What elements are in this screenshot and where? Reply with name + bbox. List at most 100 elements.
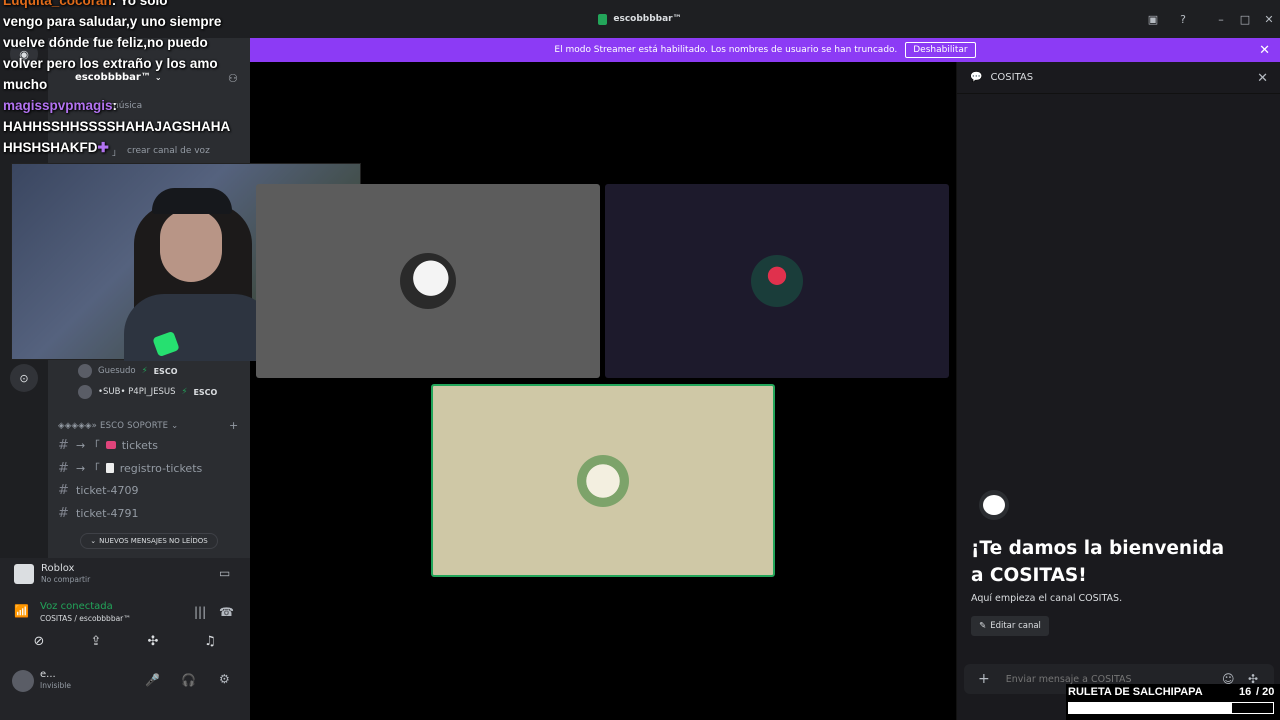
voice-location[interactable]: COSITAS / escobbbbar™ [40,614,131,623]
member-name: Guesudo [98,366,136,376]
pencil-icon: ✎ [979,621,987,631]
channel-registro-tickets[interactable]: # → 「 registro-tickets [58,457,202,479]
screen-share-icon[interactable]: ▭ [219,566,230,580]
welcome-title: ¡Te damos la bienvenida a COSITAS! [971,538,1225,586]
share-screen-button[interactable]: ⇪ [70,629,122,653]
chevron-down-icon: ⌄ [90,537,97,545]
edit-channel-label: Editar canal [990,621,1041,631]
new-messages-pill[interactable]: ⌄ NUEVOS MENSAJES NO LEÍDOS [80,533,218,549]
roblox-icon [14,564,34,584]
server-icon [598,13,608,25]
webcam-person-body [124,294,274,361]
microphone-icon[interactable]: 🎤 [145,673,160,687]
chat-username: Luquita_cocoran [3,0,112,8]
settings-gear-icon[interactable]: ⚙ [219,672,230,686]
roulette-widget: RULETA DE SALCHIPAPA 16 / 20 [1066,684,1280,720]
webcam-person-face [160,210,222,282]
roulette-progress-track [1068,702,1274,714]
user-status: Invisible [40,681,71,690]
chat-text: : [112,98,118,113]
chat-channel-name: COSITAS [990,72,1034,83]
roulette-progress-fill [1069,703,1233,713]
channel-prefix: → 「 [76,462,100,475]
chat-line: mucho [3,77,48,92]
channel-label: ticket-4709 [76,483,139,497]
new-messages-label: NUEVOS MENSAJES NO LEÍDOS [99,537,208,545]
roulette-label: RULETA DE SALCHIPAPA [1068,686,1203,698]
edit-channel-button[interactable]: ✎ Editar canal [971,616,1049,636]
webcam-person-cap [152,188,232,214]
inbox-icon[interactable]: ▣ [1138,0,1168,38]
chat-text: : Yo solo [111,0,168,8]
chat-line: HHSHSHAKFD✚ [3,140,109,155]
ticket-emoji-icon [105,441,116,449]
chat-text: HHSHSHAKFD [3,140,98,155]
voice-tile[interactable] [605,184,949,378]
chat-bubble-icon [979,490,1009,520]
chat-line: vengo para saludar,y uno siempre [3,14,222,29]
camera-off-button[interactable]: ⊘ [13,629,65,653]
explore-icon[interactable]: ⊙ [10,364,38,392]
attach-plus-icon[interactable]: + [978,671,990,687]
roulette-total: / 20 [1256,686,1275,698]
banner-text: El modo Streamer está habilitado. Los no… [554,45,898,55]
channel-ticket-4791[interactable]: # ticket-4791 [58,502,138,524]
activity-status: No compartir [41,575,91,584]
message-input[interactable] [1005,673,1206,685]
hash-icon: # [58,482,69,498]
disable-streamer-button[interactable]: Deshabilitar [905,42,976,58]
help-icon[interactable]: ? [1168,0,1198,38]
voice-tile-speaking[interactable] [431,384,775,577]
chat-line: HAHHSSHHSSSSHAHAJAGSHAHA [3,119,231,134]
avatar [577,454,629,507]
welcome-subtitle: Aquí empieza el canal COSITAS. [971,593,1123,604]
roulette-current: 16 [1239,686,1252,698]
stream-chat-overlay: Luquita_cocoran: Yo solo vengo para salu… [3,0,243,158]
channel-label: tickets [121,438,158,452]
chat-line: volver pero los extraño y los amo [3,56,218,71]
channel-tickets[interactable]: # → 「 tickets [58,434,158,456]
channel-ticket-4709[interactable]: # ticket-4709 [58,479,138,501]
member-tag: ESCO [153,366,178,376]
avatar [400,253,456,309]
hash-icon: # [58,437,69,453]
chat-line: vuelve dónde fue feliz,no puedo [3,35,208,50]
category-label: ESCO SOPORTE [100,421,169,431]
chat-line: magisspvpmagis: [3,95,243,116]
document-emoji-icon [105,463,114,473]
disconnect-icon[interactable]: ☎ [219,605,234,619]
avatar [751,255,803,307]
channel-label: ticket-4791 [76,506,139,520]
noise-suppression-icon[interactable]: ||| [194,605,206,619]
banner-close-icon[interactable]: ✕ [1259,38,1270,62]
chat-bubble-icon: 💬 [970,72,983,83]
add-channel-icon[interactable]: + [229,419,238,432]
voice-status[interactable]: Voz conectada [40,601,113,612]
chat-panel-header: 💬 COSITAS [956,62,1280,94]
channel-label: registro-tickets [119,461,203,475]
voice-tile[interactable] [256,184,600,378]
member-name: •SUB• P4PI_JESUS [98,387,176,397]
hash-icon: # [58,460,69,476]
activities-button[interactable]: ✣ [127,629,179,653]
member-tag: ESCO [193,387,218,397]
close-chat-icon[interactable]: ✕ [1257,62,1268,94]
window-title: escobbbbar™ [613,14,682,24]
signal-icon: 📶 [14,604,29,618]
hash-icon: # [58,505,69,521]
headphones-icon[interactable]: 🎧 [181,673,196,687]
activity-game: Roblox [41,563,75,574]
soundboard-button[interactable]: ♫ [184,629,236,653]
voice-member[interactable]: •SUB• P4PI_JESUS ⚡ ESCO [78,385,217,399]
category-prefix: ◈◈◈◈◈» [58,421,98,431]
avatar [78,364,92,378]
chat-username: magisspvpmagis [3,98,113,113]
category-esco-soporte[interactable]: ◈◈◈◈◈» ESCO SOPORTE ⌄ [58,421,178,431]
bolt-icon: ⚡ [141,366,148,376]
chat-line: Luquita_cocoran: Yo solo [3,0,243,11]
voice-member[interactable]: Guesudo ⚡ ESCO [78,364,178,378]
username[interactable]: e... [40,669,56,680]
close-window-button[interactable]: ✕ [1254,0,1280,38]
avatar [78,385,92,399]
avatar[interactable] [12,670,34,692]
